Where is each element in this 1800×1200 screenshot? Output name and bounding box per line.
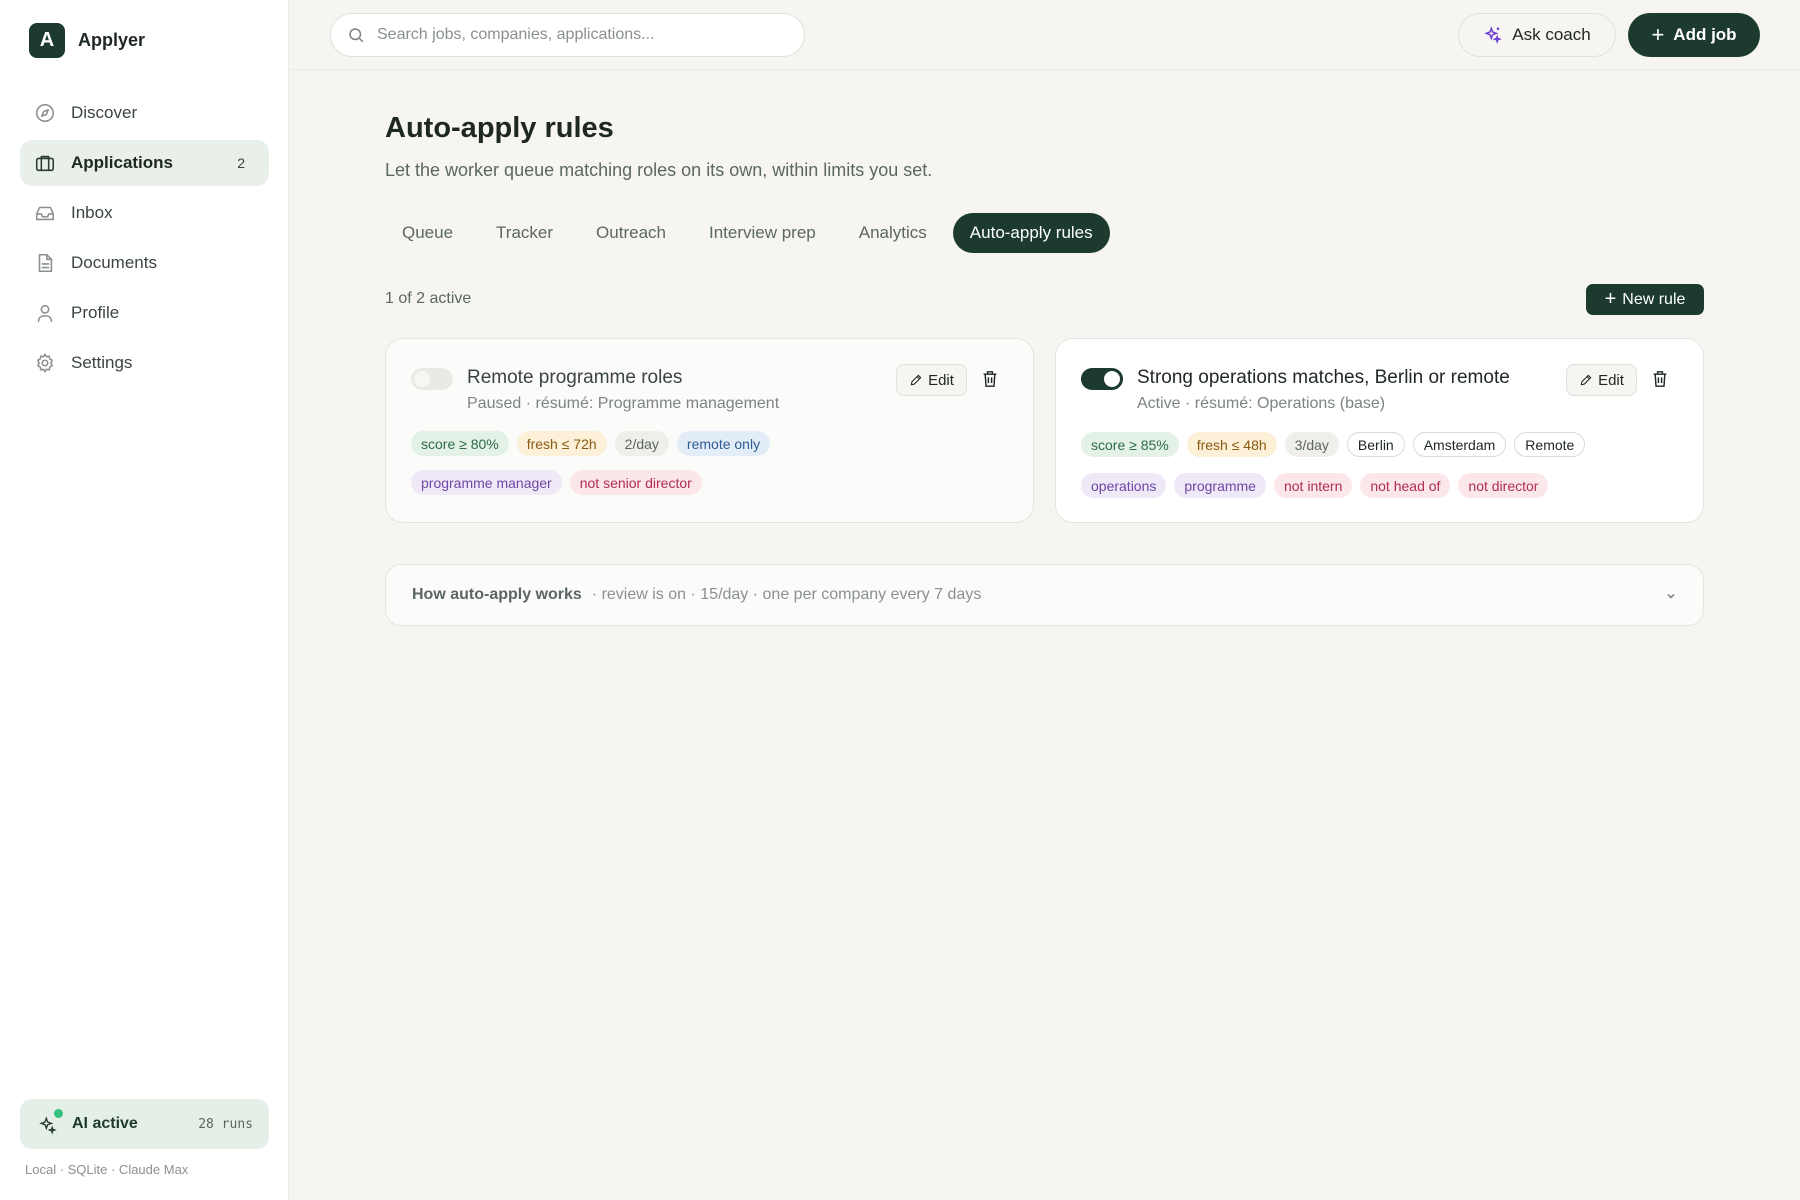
criteria-tag: score ≥ 80% — [411, 431, 509, 456]
sidebar-item-inbox[interactable]: Inbox — [20, 190, 269, 236]
sidebar-item-documents[interactable]: Documents — [20, 240, 269, 286]
applications-count-badge: 2 — [237, 155, 245, 171]
ai-runs-count: 28 runs — [198, 1116, 253, 1132]
sidebar-item-profile[interactable]: Profile — [20, 290, 269, 336]
user-icon — [37, 304, 53, 323]
sidebar: A Applyer Discover Applications 2 Inbox … — [0, 0, 289, 1200]
rule-title: Remote programme roles — [467, 367, 683, 388]
sidebar-item-label: Profile — [71, 303, 120, 322]
howto-title: How auto-apply works — [412, 586, 582, 603]
criteria-tag: fresh ≤ 72h — [516, 431, 607, 456]
search-input[interactable] — [377, 26, 797, 44]
rule-criteria-tags: score ≥ 80% fresh ≤ 72h 2/day remote onl… — [411, 431, 778, 456]
edit-rule-button[interactable]: Edit — [896, 364, 967, 396]
criteria-tag: score ≥ 85% — [1081, 432, 1179, 457]
document-icon — [38, 253, 53, 273]
tab-outreach[interactable]: Outreach — [579, 213, 683, 253]
chevron-down-icon — [1665, 589, 1677, 601]
sidebar-item-label: Inbox — [71, 203, 113, 222]
rule-toggle[interactable] — [1081, 368, 1123, 390]
add-job-label: Add job — [1673, 25, 1737, 44]
search-icon — [349, 28, 364, 43]
search-bar[interactable] — [330, 13, 805, 57]
keyword-tag: programme — [1174, 473, 1266, 498]
trash-icon — [1653, 371, 1667, 387]
brand[interactable]: A Applyer — [29, 23, 145, 58]
rule-meta: Active · résumé: Operations (base) — [1137, 395, 1386, 412]
keyword-tag: not senior director — [569, 470, 702, 495]
delete-rule-button[interactable] — [1652, 370, 1672, 390]
ask-coach-label: Ask coach — [1512, 25, 1591, 44]
ai-status-panel[interactable]: AI active 28 runs — [20, 1099, 269, 1149]
tab-interview-prep[interactable]: Interview prep — [692, 213, 833, 253]
sidebar-item-label: Discover — [71, 103, 138, 122]
sidebar-item-discover[interactable]: Discover — [20, 90, 269, 136]
page-subtitle: Let the worker queue matching roles on i… — [385, 160, 933, 180]
edit-label: Edit — [1598, 371, 1624, 389]
new-rule-button[interactable]: + New rule — [1586, 284, 1704, 315]
criteria-tag: 3/day — [1284, 432, 1339, 457]
keyword-tag: not intern — [1273, 473, 1353, 498]
brand-name: Applyer — [78, 30, 146, 50]
ai-status-icon-wrap — [38, 1109, 63, 1135]
howto-summary: · review is on · 15/day · one per compan… — [591, 586, 982, 603]
briefcase-icon — [35, 155, 55, 172]
sparkle-icon — [39, 1116, 57, 1135]
ai-status-label: AI active — [72, 1115, 138, 1132]
rule-title: Strong operations matches, Berlin or rem… — [1137, 367, 1510, 388]
sparkle-icon — [1484, 26, 1503, 44]
gear-icon — [37, 353, 53, 373]
rule-card: Remote programme roles Paused · résumé: … — [385, 338, 1034, 523]
location-tag: Berlin — [1346, 432, 1405, 457]
tab-auto-apply-rules[interactable]: Auto-apply rules — [952, 213, 1110, 253]
ask-coach-button[interactable]: Ask coach — [1458, 13, 1616, 57]
pencil-icon — [1580, 374, 1592, 386]
keyword-tag: programme manager — [411, 470, 562, 495]
keyword-tag: not head of — [1360, 473, 1451, 498]
plus-icon: + — [1651, 22, 1665, 47]
criteria-tag: 2/day — [614, 431, 669, 456]
new-rule-label: New rule — [1622, 290, 1686, 308]
pencil-icon — [910, 374, 922, 386]
add-job-button[interactable]: + Add job — [1628, 13, 1760, 57]
rule-meta: Paused · résumé: Programme management — [467, 395, 780, 412]
rule-keyword-tags: programme manager not senior director — [411, 470, 710, 495]
sidebar-item-label: Settings — [71, 353, 133, 372]
keyword-tag: operations — [1081, 473, 1167, 498]
criteria-tag: remote only — [676, 431, 771, 456]
plus-icon: + — [1604, 288, 1617, 310]
rule-card: Strong operations matches, Berlin or rem… — [1055, 338, 1704, 523]
delete-rule-button[interactable] — [982, 370, 1002, 390]
sidebar-item-label: Documents — [71, 253, 157, 272]
active-rules-count: 1 of 2 active — [385, 290, 472, 307]
tab-analytics[interactable]: Analytics — [842, 213, 944, 253]
page-title: Auto-apply rules — [385, 112, 614, 144]
criteria-tag: fresh ≤ 48h — [1186, 432, 1277, 457]
location-tag: Remote — [1514, 432, 1586, 457]
tab-queue[interactable]: Queue — [385, 213, 470, 253]
toggle-knob — [414, 371, 430, 387]
sidebar-footer-meta: Local · SQLite · Claude Max — [25, 1162, 189, 1177]
trash-icon — [983, 371, 997, 387]
ai-active-indicator — [54, 1109, 63, 1118]
topbar: Ask coach + Add job — [290, 0, 1800, 70]
toggle-knob — [1104, 371, 1120, 387]
tab-bar: Queue Tracker Outreach Interview prep An… — [385, 213, 1119, 253]
rule-toggle[interactable] — [411, 368, 453, 390]
edit-rule-button[interactable]: Edit — [1566, 364, 1637, 396]
location-tag: Amsterdam — [1412, 432, 1507, 457]
sidebar-nav: Discover Applications 2 Inbox Documents … — [20, 90, 269, 390]
how-auto-apply-works-panel[interactable]: How auto-apply works · review is on · 15… — [385, 564, 1704, 626]
keyword-tag: not director — [1458, 473, 1549, 498]
sidebar-item-label: Applications — [71, 153, 174, 172]
edit-label: Edit — [928, 371, 954, 389]
sidebar-item-settings[interactable]: Settings — [20, 340, 269, 386]
rule-keyword-tags: operations programme not intern not head… — [1081, 473, 1556, 498]
compass-icon — [35, 103, 55, 123]
tab-tracker[interactable]: Tracker — [479, 213, 570, 253]
sidebar-item-applications[interactable]: Applications 2 — [20, 140, 269, 186]
brand-logo: A — [29, 23, 65, 58]
rule-criteria-tags: score ≥ 85% fresh ≤ 48h 3/day Berlin Ams… — [1081, 432, 1593, 457]
inbox-icon — [35, 206, 55, 221]
